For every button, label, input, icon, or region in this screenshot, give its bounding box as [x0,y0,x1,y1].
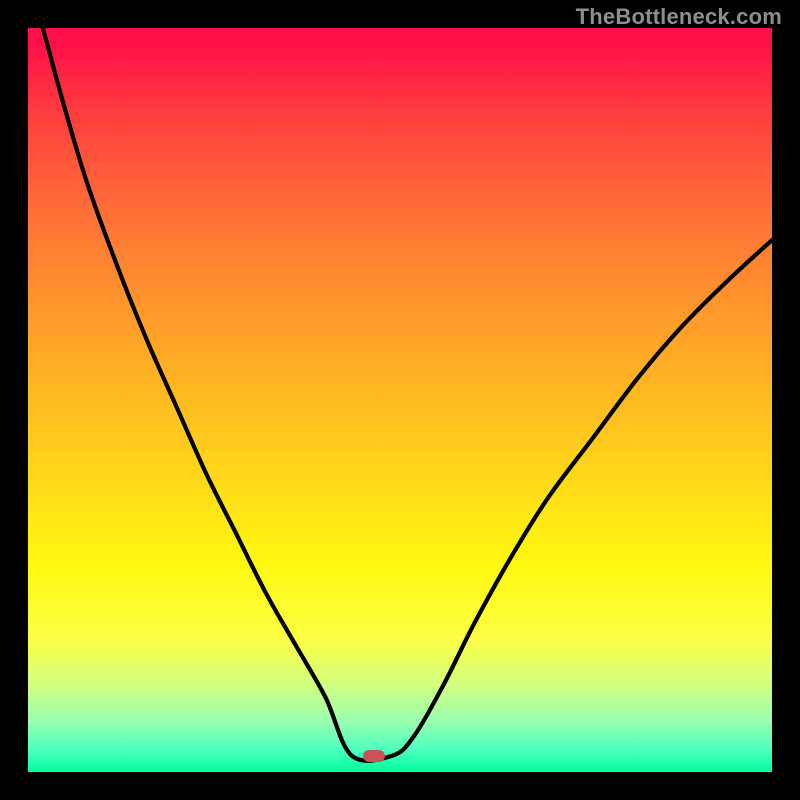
curve-path [43,28,772,761]
chart-plot-area [28,28,772,772]
optimum-marker [363,750,385,762]
watermark-text: TheBottleneck.com [576,4,782,30]
bottleneck-curve [28,28,772,772]
